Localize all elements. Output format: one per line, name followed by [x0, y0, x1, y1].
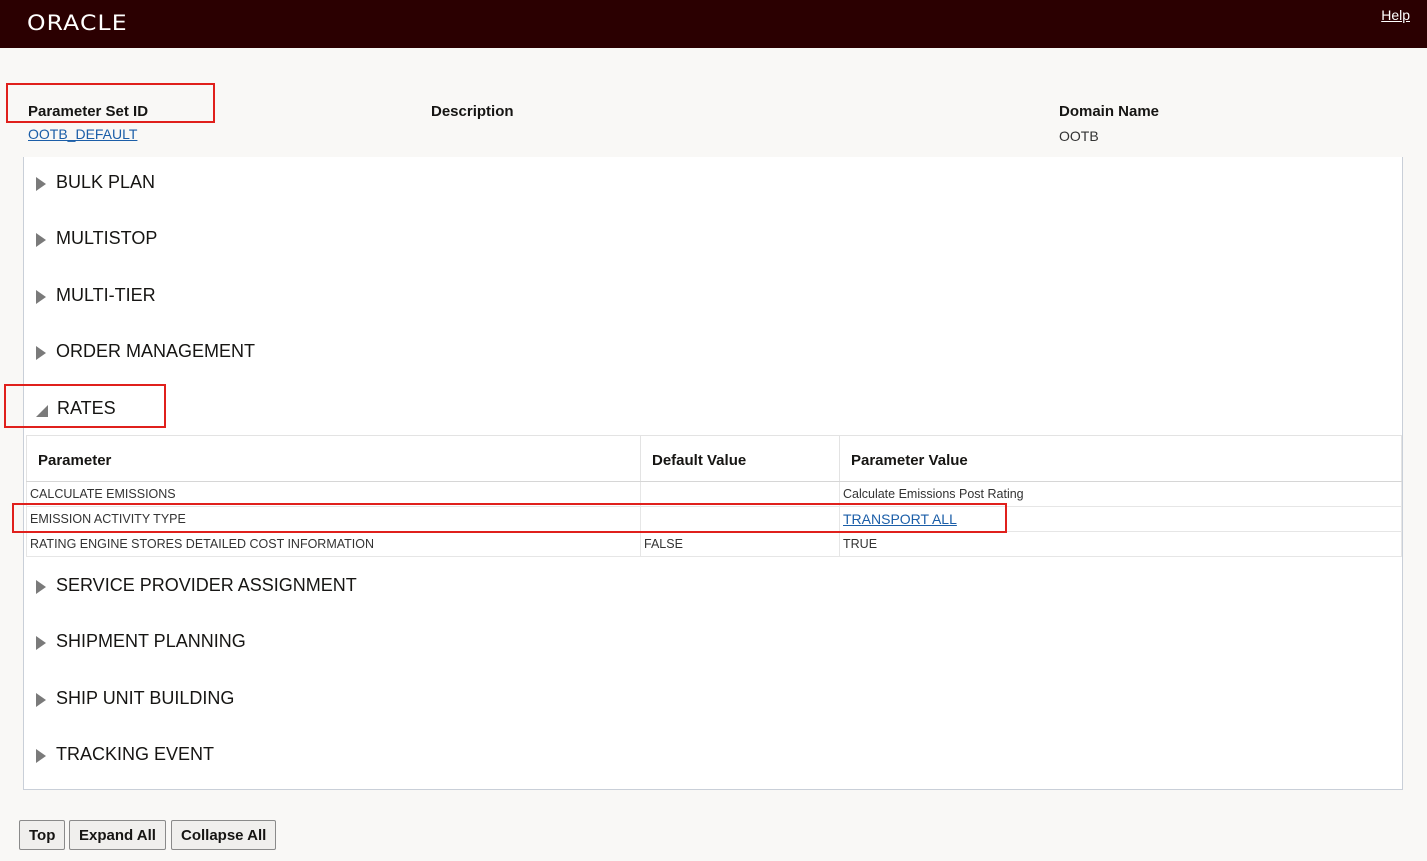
- expand-icon: [36, 176, 46, 191]
- section-label: BULK PLAN: [56, 171, 156, 192]
- section-tracking-event[interactable]: TRACKING EVENT: [36, 739, 214, 769]
- expand-icon: [36, 748, 46, 763]
- parameter-value-cell: Calculate Emissions Post Rating: [839, 481, 1402, 507]
- description-label: Description: [431, 103, 514, 120]
- collapse-icon: [36, 405, 48, 417]
- top-button[interactable]: Top: [19, 820, 66, 850]
- section-bulk-plan[interactable]: BULK PLAN: [36, 167, 155, 197]
- parameter-set-id-label: Parameter Set ID: [28, 103, 149, 120]
- transport-all-link[interactable]: TRANSPORT ALL: [843, 511, 957, 527]
- table-header-row: Parameter Default Value Parameter Value: [26, 435, 1402, 482]
- section-label: SHIPMENT PLANNING: [56, 630, 246, 651]
- section-shipment-planning[interactable]: SHIPMENT PLANNING: [36, 626, 246, 656]
- section-label: MULTI-TIER: [56, 284, 156, 305]
- section-label: SERVICE PROVIDER ASSIGNMENT: [56, 574, 357, 595]
- table-row: RATING ENGINE STORES DETAILED COST INFOR…: [26, 531, 1402, 557]
- parameter-cell: CALCULATE EMISSIONS: [26, 481, 641, 507]
- section-label: RATES: [57, 397, 116, 418]
- parameter-cell: RATING ENGINE STORES DETAILED COST INFOR…: [26, 531, 641, 557]
- section-label: MULTISTOP: [56, 227, 158, 248]
- parameter-value-cell: TRANSPORT ALL: [839, 506, 1402, 532]
- parameter-value-cell: TRUE: [839, 531, 1402, 557]
- parameter-sections-panel: BULK PLAN MULTISTOP MULTI-TIER ORDER MAN…: [23, 157, 1403, 790]
- top-bar: ORACLE Help: [0, 0, 1427, 48]
- parameter-cell: EMISSION ACTIVITY TYPE: [26, 506, 641, 532]
- default-value-cell: FALSE: [640, 531, 840, 557]
- section-label: TRACKING EVENT: [56, 743, 215, 764]
- rates-parameter-table: Parameter Default Value Parameter Value …: [26, 435, 1402, 557]
- column-header-default-value: Default Value: [640, 435, 840, 482]
- section-multi-tier[interactable]: MULTI-TIER: [36, 280, 156, 310]
- parameter-set-id-link[interactable]: OOTB_DEFAULT: [28, 126, 137, 142]
- expand-icon: [36, 289, 46, 304]
- default-value-cell: [640, 506, 840, 532]
- expand-icon: [36, 579, 46, 594]
- column-header-parameter: Parameter: [26, 435, 641, 482]
- expand-all-button[interactable]: Expand All: [69, 820, 166, 850]
- section-label: SHIP UNIT BUILDING: [56, 687, 235, 708]
- domain-name-value: OOTB: [1059, 128, 1099, 144]
- table-row: EMISSION ACTIVITY TYPE TRANSPORT ALL: [26, 506, 1402, 532]
- expand-icon: [36, 232, 46, 247]
- domain-name-label: Domain Name: [1059, 103, 1160, 120]
- section-rates[interactable]: RATES: [36, 393, 116, 423]
- collapse-all-button[interactable]: Collapse All: [171, 820, 277, 850]
- section-label: ORDER MANAGEMENT: [56, 340, 256, 361]
- section-ship-unit-building[interactable]: SHIP UNIT BUILDING: [36, 683, 234, 713]
- expand-icon: [36, 345, 46, 360]
- default-value-cell: [640, 481, 840, 507]
- table-row: CALCULATE EMISSIONS Calculate Emissions …: [26, 481, 1402, 507]
- section-multistop[interactable]: MULTISTOP: [36, 223, 157, 253]
- help-link[interactable]: Help: [1381, 7, 1410, 23]
- section-service-provider-assignment[interactable]: SERVICE PROVIDER ASSIGNMENT: [36, 570, 357, 600]
- oracle-logo: ORACLE: [27, 11, 128, 35]
- column-header-parameter-value: Parameter Value: [839, 435, 1402, 482]
- section-order-management[interactable]: ORDER MANAGEMENT: [36, 336, 255, 366]
- expand-icon: [36, 692, 46, 707]
- expand-icon: [36, 635, 46, 650]
